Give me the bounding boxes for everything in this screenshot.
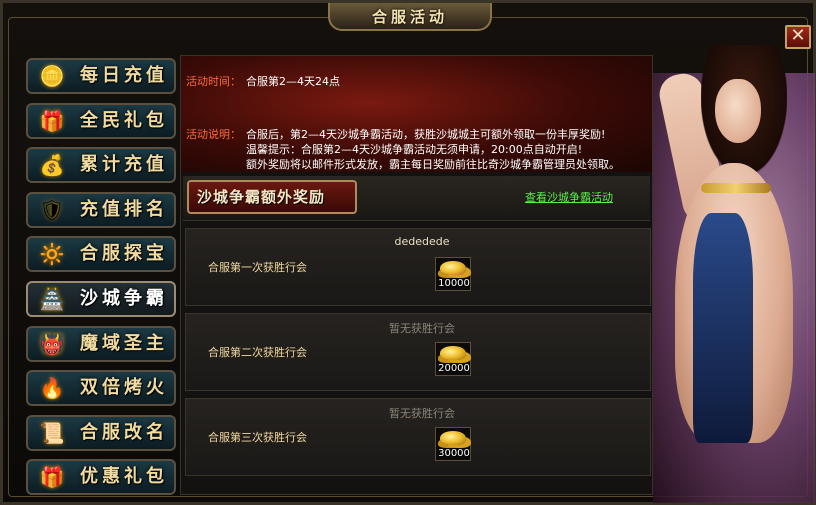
sidebar-item-label: 全民礼包	[80, 109, 168, 131]
gold-reward-slot[interactable]: 30000	[435, 427, 471, 461]
reward-row: 合服第三次获胜行会 暂无获胜行会 30000	[185, 398, 651, 476]
sidebar-item-sand-city[interactable]: 🏯 沙城争霸	[26, 280, 176, 317]
sidebar-item-label: 合服改名	[80, 421, 168, 443]
sidebar-item-demon-lord[interactable]: 👹 魔域圣主	[26, 325, 176, 362]
gift-box-icon: 🎁	[39, 465, 65, 490]
gold-amount: 20000	[438, 363, 470, 374]
reward-label: 合服第三次获胜行会	[208, 431, 307, 444]
scroll-icon: 📜	[39, 420, 65, 445]
gold-amount: 30000	[438, 448, 470, 459]
sidebar: 🪙 每日充值 🎁 全民礼包 💰 累计充值 🛡 充值排名 🔆 合服探宝 🏯 沙城争…	[26, 58, 176, 498]
desc-label: 活动说明：	[186, 128, 241, 141]
gold-amount: 10000	[438, 278, 470, 289]
reward-label: 合服第一次获胜行会	[208, 261, 307, 274]
time-value: 合服第2—4天24点	[246, 75, 340, 88]
character-portrait	[653, 43, 815, 505]
sidebar-item-label: 优惠礼包	[80, 466, 168, 488]
sidebar-item-rename[interactable]: 📜 合服改名	[26, 414, 176, 451]
sidebar-item-label: 双倍烤火	[80, 377, 168, 399]
sidebar-item-double-bonfire[interactable]: 🔥 双倍烤火	[26, 370, 176, 407]
gold-coins-icon	[440, 261, 466, 275]
reward-row: 合服第二次获胜行会 暂无获胜行会 20000	[185, 313, 651, 391]
sidebar-item-daily-recharge[interactable]: 🪙 每日充值	[26, 58, 176, 94]
winning-guild: 暂无获胜行会	[389, 407, 455, 420]
gold-coins-icon	[440, 346, 466, 360]
treasure-icon: 🪙	[39, 64, 65, 88]
desc-line-1: 合服后，第2—4天沙城争霸活动，获胜沙城城主可额外领取一份丰厚奖励!	[246, 128, 606, 141]
time-label: 活动时间：	[186, 75, 241, 88]
sidebar-item-label: 每日充值	[80, 65, 168, 86]
winning-guild: 暂无获胜行会	[389, 322, 455, 335]
desc-line-3: 额外奖励将以邮件形式发放，霸主每日奖励前往比奇沙城争霸管理员处领取。	[246, 158, 620, 171]
main-panel: 活动时间： 合服第2—4天24点 活动说明： 合服后，第2—4天沙城争霸活动，获…	[180, 55, 653, 495]
reward-label: 合服第二次获胜行会	[208, 346, 307, 359]
section-header: 沙城争霸额外奖励 查看沙城争霸活动	[183, 176, 650, 221]
section-title: 沙城争霸额外奖励	[187, 180, 357, 214]
window-title: 合服活动	[371, 7, 448, 26]
sidebar-item-cumulative-recharge[interactable]: 💰 累计充值	[26, 147, 176, 184]
castle-icon: 🏯	[39, 286, 65, 311]
gift-icon: 🎁	[39, 108, 65, 133]
sidebar-item-label: 累计充值	[80, 154, 168, 176]
view-activity-link[interactable]: 查看沙城争霸活动	[525, 189, 613, 205]
sidebar-item-label: 沙城争霸	[80, 287, 168, 309]
sidebar-item-discount-gift[interactable]: 🎁 优惠礼包	[26, 459, 176, 496]
gold-coins-icon	[440, 431, 466, 445]
armor-icon: 🛡	[39, 197, 65, 222]
sidebar-item-label: 魔域圣主	[80, 332, 168, 354]
portrait-dress	[693, 213, 753, 443]
sidebar-item-label: 充值排名	[80, 198, 168, 220]
sidebar-item-treasure-hunt[interactable]: 🔆 合服探宝	[26, 236, 176, 273]
coin-bag-icon: 💰	[39, 153, 65, 178]
reward-row: 合服第一次获胜行会 dededede 10000	[185, 228, 651, 306]
sidebar-item-label: 合服探宝	[80, 243, 168, 265]
sidebar-item-all-gift[interactable]: 🎁 全民礼包	[26, 102, 176, 139]
window-title-plate: 合服活动	[328, 3, 492, 31]
gold-reward-slot[interactable]: 20000	[435, 342, 471, 376]
sidebar-item-recharge-ranking[interactable]: 🛡 充值排名	[26, 191, 176, 228]
winning-guild: dededede	[394, 235, 450, 248]
gold-reward-slot[interactable]: 10000	[435, 257, 471, 291]
desc-line-2: 温馨提示：合服第2—4天沙城争霸活动无须申请，20:00点自动开启!	[246, 143, 583, 156]
activity-banner: 活动时间： 合服第2—4天24点 活动说明： 合服后，第2—4天沙城争霸活动，获…	[181, 56, 652, 172]
portrait-gold-trim	[701, 183, 771, 193]
campfire-icon: 🔥	[39, 376, 65, 401]
demon-mask-icon: 👹	[39, 331, 65, 356]
gold-orb-icon: 🔆	[39, 242, 65, 267]
portrait-face	[715, 79, 761, 143]
activity-window: 合服活动 ✕ 🪙 每日充值 🎁 全民礼包 💰 累计充值 🛡 充值排名 🔆 合服探…	[0, 0, 816, 505]
